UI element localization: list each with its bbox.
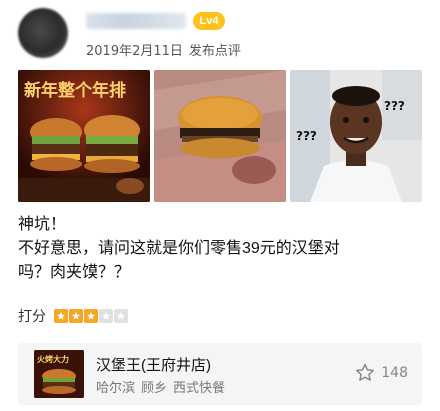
post-header: user Lv4 2019年2月11日发布点评	[0, 0, 440, 66]
shop-category: 西式快餐	[173, 381, 226, 396]
review-line-1: 神坑！	[18, 216, 67, 233]
star-filled-icon	[54, 309, 68, 323]
photo-confused-meme[interactable]: ??? ???	[290, 70, 422, 202]
star-empty-icon	[114, 309, 128, 323]
post-meta: 2019年2月11日 发布点评	[86, 40, 241, 59]
favorite-button[interactable]: 148	[354, 362, 408, 384]
star-outline-icon	[356, 363, 375, 381]
shop-city: 哈尔滨	[96, 381, 136, 396]
avatar[interactable]	[18, 8, 68, 58]
meme-question-right: ???	[384, 99, 405, 113]
star-filled-icon	[84, 309, 98, 323]
favorite-count: 148	[381, 365, 408, 381]
star-empty-icon	[99, 309, 113, 323]
shop-name[interactable]: 汉堡王(王府井店)	[96, 354, 211, 375]
star-filled-icon	[69, 309, 83, 323]
shop-thumb-text: 火烤大力	[37, 354, 69, 364]
review-text: 神坑！ 不好意思，请问这就是你们零售39元的汉堡对 吗？肉夹馍？？	[18, 213, 422, 285]
rating-label: 打分	[18, 309, 46, 325]
rating-stars	[54, 309, 129, 323]
level-badge: Lv4	[193, 12, 225, 30]
promo-poster-image: 新年整个年排	[18, 70, 150, 202]
username[interactable]: user	[86, 13, 186, 29]
photo-actual-burger[interactable]	[154, 70, 286, 202]
rating-row: 打分	[18, 306, 129, 326]
shop-info: 哈尔滨 顾乡 西式快餐	[96, 377, 231, 396]
promo-text: 新年整个年排	[24, 80, 126, 101]
review-line-2: 不好意思，请问这就是你们零售39元的汉堡对	[18, 240, 340, 257]
photo-promo-poster[interactable]: 新年整个年排	[18, 70, 150, 202]
photo-gallery: 新年整个年排 ??? ???	[18, 70, 422, 202]
post-action: 发布点评	[188, 44, 241, 59]
actual-burger-image	[154, 70, 286, 202]
shop-district: 顾乡	[141, 381, 168, 396]
confused-meme-image: ??? ???	[290, 70, 422, 202]
post-date: 2019年2月11日	[86, 44, 183, 59]
review-line-3: 吗？肉夹馍？？	[18, 264, 131, 281]
shop-thumbnail: 火烤大力	[34, 350, 84, 398]
meme-question-left: ???	[296, 129, 317, 143]
shop-card[interactable]: 火烤大力 汉堡王(王府井店) 哈尔滨 顾乡 西式快餐 148	[18, 343, 422, 405]
